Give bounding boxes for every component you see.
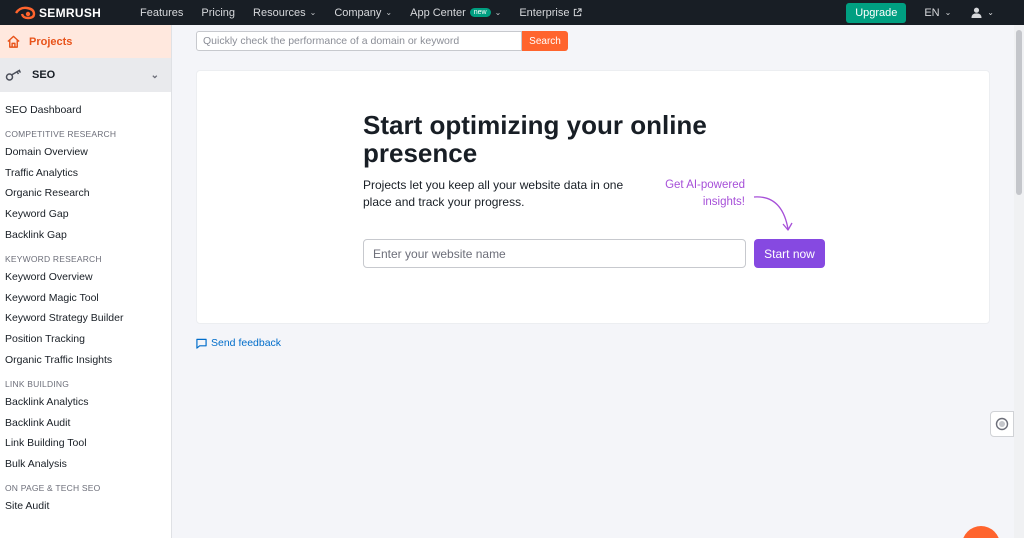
sidebar-item-keyword-overview[interactable]: Keyword Overview xyxy=(0,267,171,288)
nav-item-resources[interactable]: Resources ⌄ xyxy=(253,7,316,19)
sidebar-section-seo[interactable]: SEO ⌄ xyxy=(0,58,171,92)
nav-right: Upgrade EN ⌄ ⌄ xyxy=(846,0,1024,25)
chevron-down-icon[interactable]: ⌄ xyxy=(151,70,159,81)
nav-item-app-center[interactable]: App Center new ⌄ xyxy=(410,7,501,19)
new-badge: new xyxy=(469,8,491,17)
chat-launcher-button[interactable] xyxy=(962,526,1000,538)
projects-description: Projects let you keep all your website d… xyxy=(363,178,624,209)
ring-icon xyxy=(995,417,1009,431)
search-button[interactable]: Search xyxy=(522,31,568,51)
sidebar-item-keyword-strategy-builder[interactable]: Keyword Strategy Builder xyxy=(0,308,171,329)
sidebar-item-link-building-tool[interactable]: Link Building Tool xyxy=(0,433,171,454)
sidebar-item-position-tracking[interactable]: Position Tracking xyxy=(0,329,171,350)
chevron-down-icon: ⌄ xyxy=(494,8,502,17)
nav-item-label: Pricing xyxy=(201,6,236,19)
sidebar-heading-keyword-research: KEYWORD RESEARCH xyxy=(5,253,102,264)
semrush-flame-icon xyxy=(15,6,36,19)
sidebar-item-projects[interactable]: Projects xyxy=(0,25,171,58)
nav-item-label: Resources xyxy=(253,6,306,19)
semrush-logo[interactable]: SEMRUSH xyxy=(14,6,124,20)
sidebar-heading-on-page-and-tech-seo: ON PAGE & TECH SEO xyxy=(5,482,101,493)
sidebar-item-domain-overview[interactable]: Domain Overview xyxy=(0,142,171,163)
language-label: EN xyxy=(924,6,940,19)
nav-links: Features Pricing Resources ⌄ Company ⌄ App Cen… xyxy=(140,7,600,19)
curved-arrow-icon xyxy=(753,196,793,231)
projects-card: Start optimizing your online presence Pr… xyxy=(196,70,990,324)
feedback-icon xyxy=(196,338,207,349)
chevron-down-icon: ⌄ xyxy=(385,8,393,17)
nav-item-enterprise[interactable]: Enterprise xyxy=(519,6,583,19)
sidebar-item-bulk-analysis[interactable]: Bulk Analysis xyxy=(0,454,171,475)
sidebar-item-organic-traffic-insights[interactable]: Organic Traffic Insights xyxy=(0,350,171,371)
page-title: Start optimizing your online presence xyxy=(363,110,707,168)
sidebar-item-keyword-gap[interactable]: Keyword Gap xyxy=(0,204,171,225)
nav-item-pricing[interactable]: Pricing xyxy=(201,7,235,19)
sidebar-item-seo-dashboard[interactable]: SEO Dashboard xyxy=(0,100,171,121)
nav-item-label: Features xyxy=(140,6,184,19)
sidebar-item-label: Projects xyxy=(29,35,73,48)
search-input[interactable] xyxy=(196,31,522,51)
send-feedback-link[interactable]: Send feedback xyxy=(196,337,281,349)
language-selector[interactable]: EN ⌄ xyxy=(924,7,951,19)
sidebar-heading-link-building: LINK BUILDING xyxy=(5,378,70,389)
user-icon xyxy=(971,7,982,18)
nav-item-label: Company xyxy=(334,6,382,19)
sidebar-item-traffic-analytics[interactable]: Traffic Analytics xyxy=(0,163,171,184)
chevron-down-icon: ⌄ xyxy=(944,8,952,17)
sidebar-item-organic-research[interactable]: Organic Research xyxy=(0,183,171,204)
nav-item-features[interactable]: Features xyxy=(140,7,183,19)
sidebar-section-label: SEO xyxy=(32,69,56,81)
upgrade-button[interactable]: Upgrade xyxy=(846,2,907,23)
chevron-down-icon: ⌄ xyxy=(987,8,994,17)
sidebar-item-backlink-analytics[interactable]: Backlink Analytics xyxy=(0,392,171,413)
start-now-button[interactable]: Start now xyxy=(754,239,825,268)
sidebar-list: SEO Dashboard COMPETITIVE RESEARCH Domain … xyxy=(0,92,171,517)
sidebar-heading-competitive-research: COMPETITIVE RESEARCH xyxy=(5,128,117,139)
sidebar-item-backlink-audit[interactable]: Backlink Audit xyxy=(0,413,171,434)
seo-key-icon xyxy=(5,69,22,81)
ai-insights-note: Get AI-powered insights! xyxy=(665,179,745,208)
sidebar-item-site-audit[interactable]: Site Audit xyxy=(0,496,171,517)
brand-name: SEMRUSH xyxy=(39,5,102,20)
nav-item-label: Enterprise xyxy=(519,6,570,19)
nav-item-company[interactable]: Company ⌄ xyxy=(334,7,392,19)
side-widget-button[interactable] xyxy=(990,411,1014,437)
chevron-down-icon: ⌄ xyxy=(309,8,317,17)
sidebar-item-keyword-magic-tool[interactable]: Keyword Magic Tool xyxy=(0,288,171,309)
home-icon xyxy=(7,35,20,48)
sidebar: Projects SEO ⌄ SEO Dashboard COMPETITIVE … xyxy=(0,25,172,538)
user-menu[interactable]: ⌄ xyxy=(971,7,994,18)
sidebar-item-backlink-gap[interactable]: Backlink Gap xyxy=(0,225,171,246)
scrollbar-thumb[interactable] xyxy=(1016,30,1022,195)
feedback-label: Send feedback xyxy=(211,337,282,349)
website-name-input[interactable] xyxy=(363,239,746,268)
top-navigation: SEMRUSH Features Pricing Resources ⌄ Company… xyxy=(0,0,1024,25)
external-link-icon xyxy=(574,8,583,17)
nav-item-label: App Center xyxy=(410,6,466,19)
